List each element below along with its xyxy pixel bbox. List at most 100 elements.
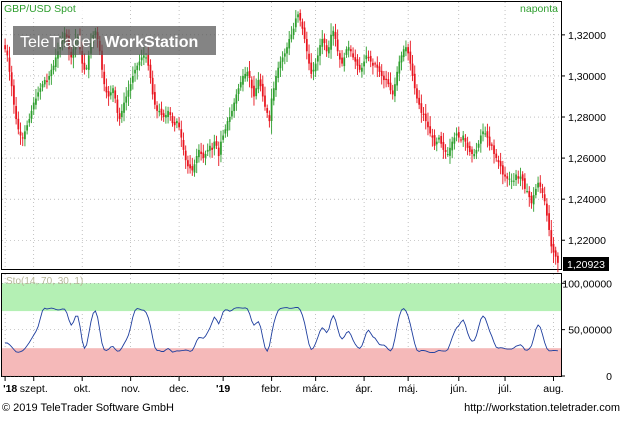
time-tick-label: '19 <box>216 383 230 395</box>
candle-body <box>338 53 341 60</box>
oversold-zone <box>2 348 561 376</box>
candle-body <box>455 133 458 136</box>
candle-body <box>283 53 286 57</box>
candle-body <box>105 86 108 93</box>
candle-body <box>35 98 37 105</box>
candle-body <box>226 121 229 131</box>
candle-body <box>512 180 515 182</box>
candle-body <box>532 195 535 205</box>
time-tick-label: dec. <box>169 383 189 395</box>
candle-body <box>334 32 337 39</box>
candle-body <box>380 70 383 76</box>
candle-body <box>416 88 418 99</box>
candle-body <box>277 67 280 78</box>
candle-body <box>303 27 306 39</box>
candle-body <box>413 73 416 89</box>
candle-body <box>383 75 385 81</box>
candle-body <box>479 135 482 144</box>
candle-body <box>466 142 469 148</box>
candle-body <box>449 147 451 156</box>
candle-body <box>217 147 220 157</box>
price-tick-label: 1,26000 <box>568 153 606 165</box>
instrument-label: GBP/USD Spot <box>4 3 76 15</box>
candle-body <box>557 255 559 263</box>
candle-body <box>112 88 114 94</box>
candle-body <box>107 91 110 97</box>
candle-body <box>233 102 236 112</box>
price-tick-label: 1,28000 <box>568 112 606 124</box>
candle-body <box>431 135 434 138</box>
candle-body <box>464 138 467 142</box>
candle-body <box>286 47 288 54</box>
candle-body <box>288 38 291 49</box>
candle-body <box>169 112 172 115</box>
candle-body <box>451 141 454 151</box>
candle-body <box>195 156 198 164</box>
candle-body <box>87 55 90 70</box>
candle-body <box>325 45 328 52</box>
candle-body <box>477 143 480 148</box>
candle-body <box>257 80 260 90</box>
candle-body <box>224 129 227 134</box>
time-tick-label: febr. <box>261 383 281 395</box>
candle-body <box>473 153 476 157</box>
candle-body <box>167 110 169 118</box>
candle-body <box>554 250 557 257</box>
candle-body <box>255 88 258 97</box>
candle-body <box>134 69 136 74</box>
candle-body <box>519 176 522 179</box>
candle-body <box>248 70 251 78</box>
interval-label: naponta <box>520 3 558 15</box>
candle-body <box>539 182 542 187</box>
candle-body <box>418 97 421 105</box>
time-tick-label: márc. <box>303 383 329 395</box>
candle-body <box>409 51 412 64</box>
candle-body <box>365 55 368 60</box>
candle-body <box>220 141 222 155</box>
price-tick-label: 1,32000 <box>568 30 606 42</box>
candle-body <box>209 145 211 151</box>
candle-body <box>391 90 394 95</box>
candle-body <box>336 39 339 52</box>
candle-body <box>250 79 253 89</box>
time-tick-label: júl. <box>497 383 511 395</box>
candle-body <box>281 57 284 62</box>
candle-body <box>153 92 156 105</box>
time-tick-label: aug. <box>543 383 563 395</box>
candle-body <box>15 106 17 120</box>
overbought-zone <box>2 283 561 312</box>
candle-body <box>6 50 9 56</box>
candle-body <box>367 57 370 59</box>
candle-body <box>103 71 106 85</box>
last-price-label: 1,20923 <box>567 259 605 271</box>
candle-body <box>510 180 513 182</box>
candle-body <box>499 161 502 167</box>
candle-body <box>26 125 29 131</box>
indicator-y-axis: 0 50,00000 100,00000 <box>561 278 612 383</box>
price-tick-label: 1,22000 <box>568 235 606 247</box>
candle-body <box>237 88 240 95</box>
candle-body <box>204 153 207 158</box>
candle-body <box>294 18 297 28</box>
candle-body <box>211 147 214 150</box>
candle-body <box>330 34 332 50</box>
candle-body <box>222 135 225 140</box>
candle-body <box>526 190 528 192</box>
candle-body <box>429 126 432 134</box>
candle-body <box>484 133 487 135</box>
candle-body <box>323 38 326 44</box>
candle-body <box>321 38 324 47</box>
candle-body <box>440 136 443 144</box>
candle-body <box>398 61 401 74</box>
candle-body <box>541 188 544 194</box>
candle-body <box>17 118 20 130</box>
candle-body <box>462 135 465 141</box>
candle-body <box>176 121 178 124</box>
candle-body <box>46 80 48 83</box>
candle-body <box>475 149 478 154</box>
candle-body <box>178 122 180 128</box>
candle-body <box>435 141 438 145</box>
candle-body <box>438 137 440 140</box>
candle-body <box>127 90 130 97</box>
candle-body <box>424 113 427 122</box>
